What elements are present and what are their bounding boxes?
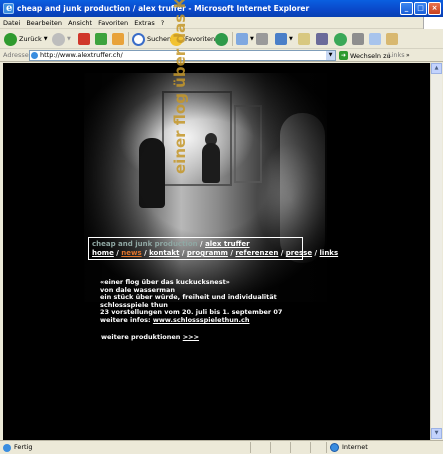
- more-link[interactable]: >>>: [183, 333, 199, 341]
- search-icon: [132, 32, 145, 46]
- edit-icon: [275, 33, 287, 45]
- security-zone: Internet: [330, 441, 368, 454]
- messenger-icon: [334, 32, 347, 46]
- address-bar: Adresse http://www.alextruffer.ch/ ▼ ➜ W…: [0, 49, 443, 62]
- scroll-up-button[interactable]: ▲: [431, 63, 442, 74]
- cut-button[interactable]: [352, 31, 364, 47]
- discuss-icon: [298, 33, 310, 45]
- cut-icon: [352, 33, 364, 45]
- history-button[interactable]: [215, 31, 228, 47]
- messenger-button[interactable]: [334, 31, 347, 47]
- nav-home[interactable]: home: [92, 249, 114, 257]
- vertical-scrollbar[interactable]: ▲ ▼: [430, 63, 442, 440]
- globe-icon: [330, 443, 339, 452]
- address-url: http://www.alextruffer.ch/: [40, 51, 123, 59]
- site-title-company: cheap and junk production: [92, 240, 198, 248]
- refresh-icon: [95, 33, 107, 45]
- status-text: Fertig: [14, 443, 33, 451]
- search-button[interactable]: Suchen: [132, 31, 171, 47]
- refresh-button[interactable]: [95, 31, 107, 47]
- discuss-button[interactable]: [298, 31, 310, 47]
- forward-icon: [52, 32, 65, 46]
- research-icon: [316, 33, 328, 45]
- title-bar: cheap and junk production / alex truffer…: [0, 0, 443, 17]
- menu-extras[interactable]: Extras: [131, 17, 158, 29]
- paste-button[interactable]: [386, 31, 398, 47]
- address-dropdown[interactable]: ▼: [326, 51, 335, 60]
- more-label: weitere produktionen: [101, 333, 183, 341]
- copy-button[interactable]: [369, 31, 381, 47]
- paste-icon: [386, 33, 398, 45]
- print-icon: [256, 33, 268, 45]
- menu-ansicht[interactable]: Ansicht: [65, 17, 95, 29]
- nav-programm[interactable]: programm: [187, 249, 228, 257]
- page-icon: [31, 52, 38, 59]
- scroll-down-button[interactable]: ▼: [431, 428, 442, 439]
- stage-photo: [84, 73, 327, 302]
- menu-help[interactable]: ?: [158, 17, 167, 29]
- stop-icon: [78, 33, 90, 45]
- edit-button[interactable]: ▼: [275, 31, 293, 47]
- back-label: Zurück: [19, 35, 42, 43]
- links-chevron-icon[interactable]: »: [406, 49, 410, 62]
- more-productions: weitere produktionen >>>: [101, 333, 199, 341]
- zone-label: Internet: [342, 443, 368, 451]
- address-label: Adresse: [3, 51, 29, 59]
- nav-links[interactable]: links: [320, 249, 339, 257]
- news-infos-line: weitere infos: www.schlossspielethun.ch: [100, 315, 282, 325]
- infos-link[interactable]: www.schlossspielethun.ch: [153, 316, 250, 324]
- mail-icon: [236, 33, 248, 45]
- back-icon: [4, 32, 17, 46]
- vertical-title: einer flog über das Kuckucksnest: [171, 0, 189, 174]
- minimize-button[interactable]: _: [400, 2, 413, 15]
- go-button[interactable]: ➜ Wechseln zu: [339, 50, 391, 61]
- page-done-icon: [3, 444, 11, 452]
- browser-window: cheap and junk production / alex truffer…: [0, 0, 443, 454]
- copy-icon: [369, 33, 381, 45]
- print-button[interactable]: [256, 31, 268, 47]
- menu-datei[interactable]: Datei: [0, 17, 23, 29]
- forward-button[interactable]: ▼: [52, 31, 71, 47]
- nav-news[interactable]: news: [121, 249, 141, 257]
- research-button[interactable]: [316, 31, 328, 47]
- nav-presse[interactable]: presse: [286, 249, 312, 257]
- home-button[interactable]: [112, 31, 124, 47]
- search-label: Suchen: [147, 35, 172, 43]
- menu-bar: Datei Bearbeiten Ansicht Favoriten Extras?: [0, 17, 443, 29]
- maximize-button[interactable]: □: [414, 2, 427, 15]
- mail-button[interactable]: ▼: [236, 31, 254, 47]
- home-icon: [112, 33, 124, 45]
- site-nav: home / news / kontakt / programm / refer…: [92, 249, 339, 257]
- toolbar: Zurück ▼ ▼ Suchen Favoriten ▼ ▼: [0, 29, 443, 49]
- go-label: Wechseln zu: [350, 51, 391, 60]
- nav-kontakt[interactable]: kontakt: [149, 249, 179, 257]
- window-title: cheap and junk production / alex truffer…: [17, 4, 310, 13]
- favorites-label: Favoriten: [185, 35, 216, 43]
- menu-bearbeiten[interactable]: Bearbeiten: [23, 17, 65, 29]
- menu-favoriten[interactable]: Favoriten: [95, 17, 131, 29]
- site-title: cheap and junk production / alex truffer: [92, 240, 250, 248]
- back-button[interactable]: Zurück ▼: [4, 31, 48, 47]
- ie-icon: [3, 0, 14, 17]
- windows-logo: [423, 17, 443, 29]
- history-icon: [215, 32, 228, 46]
- news-block: «einer flog über das kuckucksnest» von d…: [100, 278, 282, 325]
- site-nav-box: cheap and junk production / alex truffer…: [88, 237, 338, 260]
- links-label[interactable]: Links: [388, 49, 405, 62]
- infos-label: weitere infos:: [100, 315, 153, 324]
- site-title-separator: /: [197, 240, 206, 248]
- stop-button[interactable]: [78, 31, 90, 47]
- status-bar: Fertig Internet: [0, 440, 443, 454]
- site-title-person: alex truffer: [205, 240, 250, 248]
- close-button[interactable]: ×: [428, 2, 441, 15]
- nav-referenzen[interactable]: referenzen: [235, 249, 278, 257]
- go-arrow-icon: ➜: [339, 51, 348, 60]
